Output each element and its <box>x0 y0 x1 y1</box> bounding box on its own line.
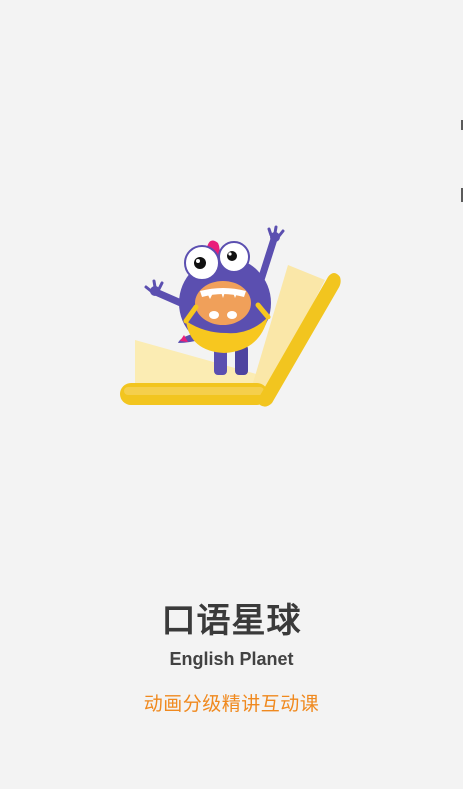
app-tagline: 动画分级精讲互动课 <box>143 693 320 715</box>
app-title: 口语星球 <box>161 601 302 641</box>
splash-screen: { "app": { "title": "口语星球", "subtitle": … <box>0 0 463 789</box>
mascot-illustration <box>110 225 350 415</box>
app-subtitle: English Planet <box>169 649 294 669</box>
monster-on-book-icon <box>120 225 341 407</box>
